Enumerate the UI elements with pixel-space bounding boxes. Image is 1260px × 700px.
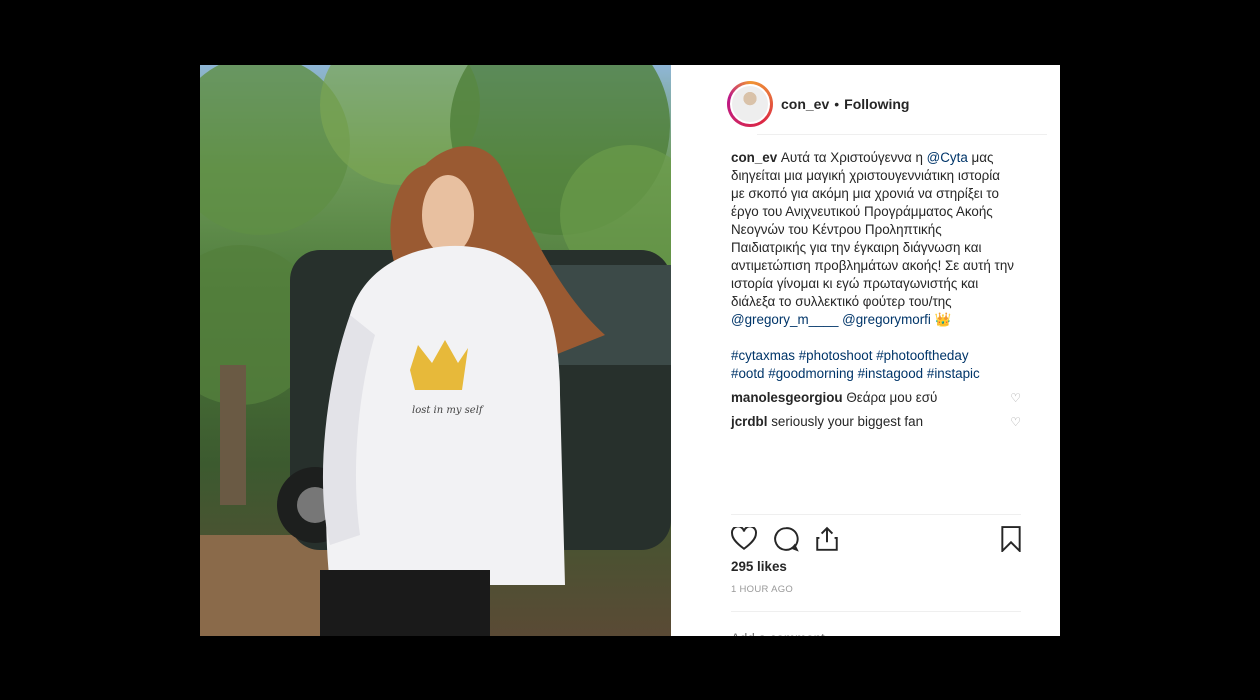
post-timestamp[interactable]: 1 HOUR AGO <box>731 584 793 595</box>
header-username[interactable]: con_ev <box>781 96 829 112</box>
action-bar <box>731 514 1021 562</box>
avatar[interactable] <box>727 80 773 127</box>
post-header: con_ev • Following <box>727 73 1047 135</box>
header-separator: • <box>834 95 840 112</box>
crown-emoji: 👑 <box>934 312 952 327</box>
hashtag-link[interactable]: #instagood <box>858 366 924 381</box>
comment-like-icon[interactable]: ♡ <box>1010 389 1021 407</box>
likes-count[interactable]: 295 likes <box>731 559 787 574</box>
comment-like-icon[interactable]: ♡ <box>1010 413 1021 431</box>
comment-text: Θεάρα μου εσύ <box>846 390 938 405</box>
post-modal: lost in my self con_ev • Following con_e… <box>200 65 1060 636</box>
post-sidebar: con_ev • Following con_ev Αυτά τα Χριστο… <box>671 65 1060 636</box>
caption-text-2: μας διηγείται μια μαγική χριστουγεννιάτι… <box>731 150 1014 309</box>
hashtag-link[interactable]: #instapic <box>927 366 980 381</box>
heart-icon[interactable] <box>731 526 757 551</box>
comment-username[interactable]: jcrdbl <box>731 414 767 429</box>
comment-username[interactable]: manolesgeorgiou <box>731 390 843 405</box>
add-comment-bar: ••• <box>731 611 1021 636</box>
comment-row: jcrdbl seriously your biggest fan ♡ <box>731 413 1021 431</box>
more-options-icon[interactable]: ••• <box>1003 630 1021 637</box>
caption-mention-cyta[interactable]: @Cyta <box>927 150 968 165</box>
hashtag-link[interactable]: #ootd <box>731 366 765 381</box>
caption-text-1: Αυτά τα Χριστούγεννα η <box>780 150 923 165</box>
caption-mention-gregory-m[interactable]: @gregory_m____ <box>731 312 838 327</box>
post-caption: con_ev Αυτά τα Χριστούγεννα η @Cyta μας … <box>731 149 1016 329</box>
svg-text:lost in my self: lost in my self <box>412 405 485 416</box>
hashtag-link[interactable]: #cytaxmas <box>731 348 795 363</box>
avatar-image <box>730 83 770 124</box>
comment-icon[interactable] <box>773 526 799 552</box>
hashtag-link[interactable]: #goodmorning <box>768 366 854 381</box>
add-comment-input[interactable] <box>731 631 971 636</box>
photo-illustration: lost in my self <box>200 65 671 636</box>
caption-mention-gregorymorfi[interactable]: @gregorymorfi <box>842 312 931 327</box>
hashtags: #cytaxmas #photoshoot #photooftheday #oo… <box>731 347 1016 383</box>
post-photo[interactable]: lost in my self <box>200 65 671 636</box>
hashtag-link[interactable]: #photoshoot <box>799 348 873 363</box>
comment-text: seriously your biggest fan <box>771 414 924 429</box>
share-icon[interactable] <box>815 526 839 552</box>
caption-username[interactable]: con_ev <box>731 150 777 165</box>
hashtag-link[interactable]: #photooftheday <box>876 348 968 363</box>
bookmark-icon[interactable] <box>1001 525 1021 552</box>
comment-row: manolesgeorgiou Θεάρα μου εσύ ♡ <box>731 389 1021 407</box>
follow-status-button[interactable]: Following <box>844 96 909 112</box>
